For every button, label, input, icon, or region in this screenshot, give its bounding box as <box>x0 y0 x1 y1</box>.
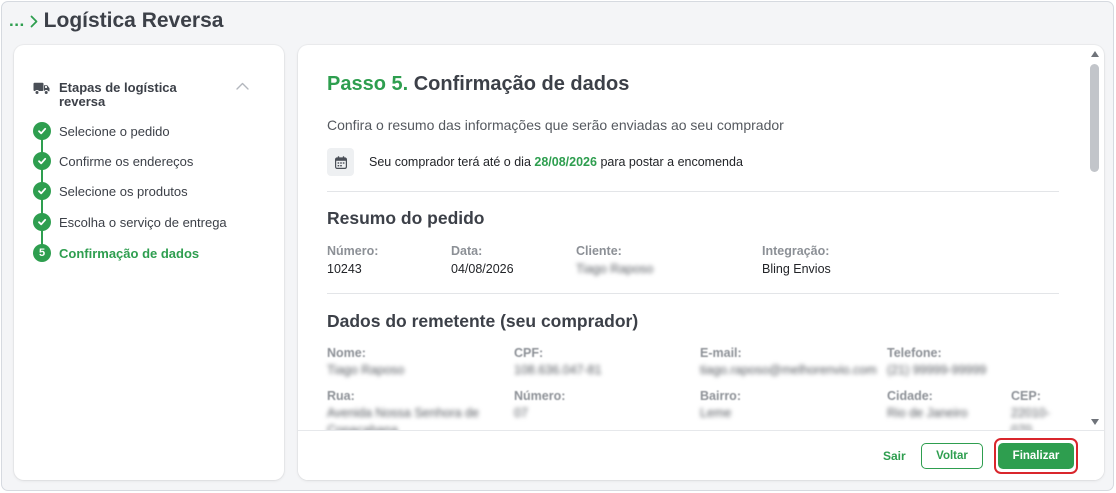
step-label: Selecione o pedido <box>59 123 170 139</box>
step-confirm-addresses[interactable]: Confirme os endereços <box>33 152 193 170</box>
step-subtitle: Confira o resumo das informações que ser… <box>327 117 784 133</box>
order-integration-value: Bling Envios <box>762 262 831 276</box>
step-select-products[interactable]: Selecione os produtos <box>33 182 188 200</box>
sender-street-value: Avenida Nossa Senhora de Copacabana <box>327 406 479 430</box>
sender-cpf-label: CPF: <box>514 346 544 360</box>
sender-zip-value: 22010-070 <box>1011 406 1050 430</box>
step-label: Confirme os endereços <box>59 153 194 169</box>
deadline-text: para postar a encomenda <box>600 155 743 169</box>
sender-number-value: 07 <box>514 406 528 420</box>
order-client-label: Cliente: <box>576 244 622 258</box>
order-date-label: Data: <box>451 244 483 258</box>
sender-district-label: Bairro: <box>700 389 741 403</box>
sender-phone-label: Telefone: <box>887 346 942 360</box>
sender-street-label: Rua: <box>327 389 355 403</box>
order-date-value: 04/08/2026 <box>451 262 514 276</box>
confirmation-panel: Passo 5. Confirmação de dados Confira o … <box>298 45 1104 480</box>
breadcrumb-ellipsis[interactable]: ... <box>9 8 25 34</box>
sender-phone-value: (21) 99999-99999 <box>887 363 987 377</box>
sender-name-label: Nome: <box>327 346 366 360</box>
page-title: Logística Reversa <box>43 9 224 32</box>
back-button[interactable]: Voltar <box>921 443 983 469</box>
sender-zip-label: CEP: <box>1011 389 1041 403</box>
sender-number-label: Número: <box>514 389 566 403</box>
sender-email-value: tiago.raposo@melhorenvio.com <box>700 363 877 377</box>
check-icon <box>33 122 51 140</box>
step-number: 5 <box>33 244 51 262</box>
step-label: Selecione os produtos <box>59 183 188 199</box>
scroll-down-arrow-icon[interactable] <box>1091 419 1099 425</box>
finish-button-highlight: Finalizar <box>994 438 1078 474</box>
vertical-scrollbar[interactable] <box>1088 49 1102 429</box>
step-label: Confirmação de dados <box>59 245 200 261</box>
sender-city-label: Cidade: <box>887 389 933 403</box>
divider <box>327 191 1059 192</box>
breadcrumb: ... Logística Reversa <box>9 8 223 34</box>
step-heading: Passo 5. Confirmação de dados <box>327 71 629 97</box>
calendar-icon <box>327 148 354 176</box>
deadline-text: Seu comprador terá até o dia <box>369 155 531 169</box>
step-select-order[interactable]: Selecione o pedido <box>33 122 170 140</box>
steps-panel: Etapas de logística reversa Selecione o … <box>14 45 284 480</box>
order-number-value: 10243 <box>327 262 362 276</box>
check-icon <box>33 152 51 170</box>
truck-icon <box>33 82 50 100</box>
sender-heading: Dados do remetente (seu comprador) <box>327 311 639 331</box>
check-icon <box>33 213 51 231</box>
divider <box>327 293 1059 294</box>
exit-button[interactable]: Sair <box>883 443 906 469</box>
sender-email-label: E-mail: <box>700 346 742 360</box>
step-label: Escolha o serviço de entrega <box>59 214 227 230</box>
step-title: Confirmação de dados <box>413 73 630 95</box>
sender-district-value: Leme <box>700 406 732 420</box>
sender-city-value: Rio de Janeiro <box>887 406 968 420</box>
order-number-label: Número: <box>327 244 379 258</box>
step-confirm-data[interactable]: 5 Confirmação de dados <box>33 244 199 262</box>
finish-button[interactable]: Finalizar <box>998 443 1074 469</box>
post-deadline-notice: Seu comprador terá até o dia 28/08/2026 … <box>369 154 743 170</box>
steps-panel-title: Etapas de logística reversa <box>59 80 177 109</box>
sender-name-value: Tiago Raposo <box>327 363 405 377</box>
confirmation-scroll-area[interactable]: Passo 5. Confirmação de dados Confira o … <box>298 45 1084 430</box>
action-footer: Sair Voltar Finalizar <box>298 430 1104 480</box>
check-icon <box>33 182 51 200</box>
scroll-up-arrow-icon[interactable] <box>1091 51 1099 57</box>
chevron-right-icon <box>30 15 38 28</box>
chevron-up-icon[interactable] <box>235 81 249 91</box>
order-summary-heading: Resumo do pedido <box>327 208 485 228</box>
order-integration-label: Integração: <box>762 244 830 258</box>
step-delivery-service[interactable]: Escolha o serviço de entrega <box>33 213 227 231</box>
step-prefix: Passo 5. <box>327 73 409 95</box>
deadline-date: 28/08/2026 <box>534 155 597 169</box>
scrollbar-thumb[interactable] <box>1090 64 1099 172</box>
order-client-value: Tiago Raposo <box>576 262 654 276</box>
sender-cpf-value: 108.636.047-81 <box>514 363 602 377</box>
